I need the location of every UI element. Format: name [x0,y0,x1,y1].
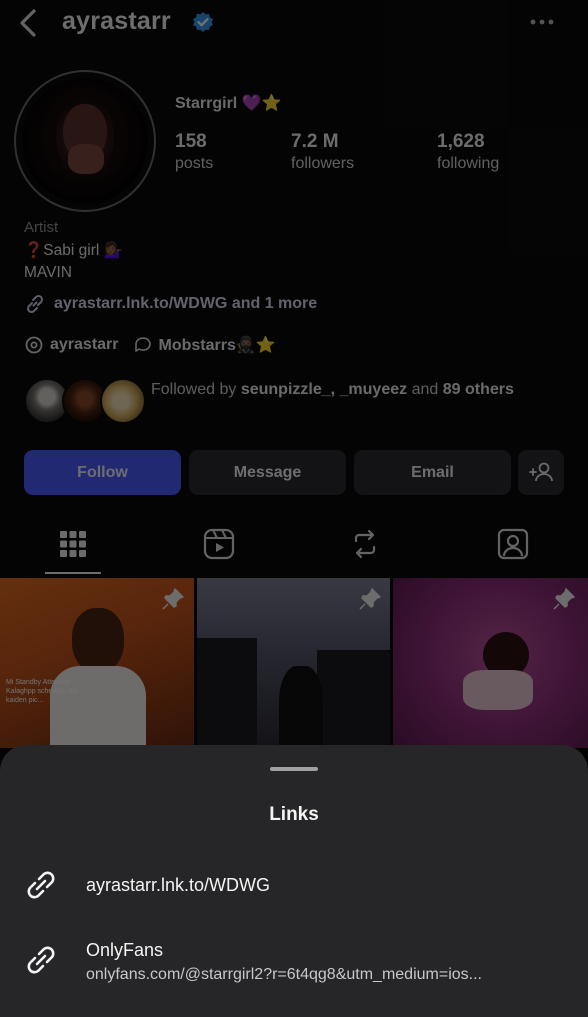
links-bottom-sheet: Links ayrastarr.lnk.to/WDWG OnlyFans onl… [0,745,588,1017]
link-icon [27,871,55,899]
post-figure [279,666,323,748]
grid-post-3[interactable] [393,578,588,748]
link-item[interactable]: OnlyFans onlyfans.com/@starrgirl2?r=6t4q… [0,933,588,993]
avatar-hand [68,144,104,174]
profile-avatar[interactable] [22,78,148,204]
followed-by-count: 89 [442,381,461,398]
profile-category: Artist [24,219,59,236]
bio-link-text: ayrastarr.lnk.to/WDWG and 1 more [54,295,318,312]
followed-by-connector: and [411,381,439,398]
followed-by-names: seunpizzle_, _muyeez [240,381,408,398]
more-horizontal-icon[interactable] [528,12,556,32]
top-bar: ayrastarr [0,0,588,48]
grid-icon[interactable] [53,524,93,564]
broadcast-channel-icon[interactable] [133,335,155,355]
bio-line-1: ❓Sabi girl 💁🏾‍♀️ [24,242,123,259]
link-icon [27,946,55,974]
post-caption-overlay: Mi Standby Attendee Kalaghpp schedule Ju… [6,679,77,704]
threads-handle[interactable]: ayrastarr [50,336,119,354]
pin-icon [162,588,184,610]
link-item[interactable]: ayrastarr.lnk.to/WDWG [0,855,588,915]
followers-count: 7.2 M [291,131,339,152]
bio-link[interactable]: ayrastarr.lnk.to/WDWG and 1 more [24,292,317,316]
social-row: ayrastarr Mobstarrs🥷🏾⭐ [24,333,276,357]
reels-icon[interactable] [199,524,239,564]
threads-icon[interactable] [24,335,44,355]
link-title: OnlyFans [86,940,164,960]
following-count: 1,628 [437,131,485,152]
following-label: following [437,155,500,172]
link-title: ayrastarr.lnk.to/WDWG [86,875,271,895]
suggested-accounts-button[interactable] [518,450,564,495]
broadcast-channel-name[interactable]: Mobstarrs🥷🏾⭐ [159,335,276,355]
posts-count: 158 [175,131,207,152]
followers-label: followers [291,155,355,172]
stat-following[interactable]: 1,628 following [437,131,499,173]
add-person-icon [529,462,553,482]
followed-by-prefix: Followed by [151,381,237,398]
link-icon [26,294,44,314]
post-building [317,650,390,748]
followed-by-row[interactable]: Followed by seunpizzle_, _muyeez and 89 … [24,378,564,426]
profile-username: ayrastarr [62,7,171,35]
reposts-icon[interactable] [345,524,385,564]
follow-button[interactable]: Follow [24,450,181,495]
verified-badge-icon [193,12,213,32]
bio-line-2: MAVIN [24,264,72,281]
tagged-icon[interactable] [493,524,533,564]
followed-by-text: Followed by seunpizzle_, _muyeez and 89 … [151,379,551,401]
grid-post-2[interactable] [197,578,390,748]
post-figure-outfit [463,670,533,710]
email-button[interactable]: Email [354,450,511,495]
follower-avatar [100,378,146,424]
display-name: Starrgirl 💜⭐ [175,95,282,112]
stat-followers[interactable]: 7.2 M followers [291,131,354,173]
stat-posts[interactable]: 158 posts [175,131,213,173]
pin-icon [359,588,381,610]
chevron-left-icon[interactable] [14,6,44,40]
followed-by-suffix: others [464,381,514,398]
active-tab-indicator [45,572,101,574]
sheet-title: Links [269,804,319,825]
sheet-drag-handle[interactable] [270,767,318,771]
post-building [197,638,257,748]
post-figure-head [72,608,124,672]
pin-icon [553,588,575,610]
grid-post-1[interactable]: Mi Standby Attendee Kalaghpp schedule Ju… [0,578,194,748]
message-button[interactable]: Message [189,450,346,495]
posts-label: posts [175,155,214,172]
link-url: onlyfans.com/@starrgirl2?r=6t4qg8&utm_me… [86,966,482,983]
